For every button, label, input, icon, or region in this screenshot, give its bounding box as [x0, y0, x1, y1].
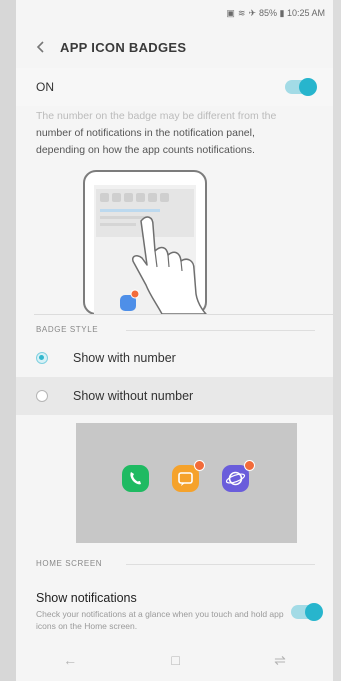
master-toggle[interactable]: [285, 78, 317, 96]
description-line-3: depending on how the app counts notifica…: [36, 144, 255, 156]
badge-style-header: BADGE STYLE: [16, 315, 333, 339]
badge-style-label: BADGE STYLE: [36, 325, 99, 334]
show-notifications-toggle[interactable]: [291, 603, 323, 621]
show-notifications-title: Show notifications: [36, 591, 137, 605]
option-show-without-number[interactable]: Show without number: [16, 377, 333, 415]
master-toggle-row[interactable]: ON: [16, 68, 333, 106]
option-label: Show with number: [73, 351, 176, 365]
toggle-knob: [305, 603, 323, 621]
description-faded: The number on the badge may be different…: [36, 110, 277, 122]
settings-app: ▣ ≋ ✈ 85% ▮ 10:25 AM APP ICON BADGES ON …: [16, 0, 333, 681]
back-icon[interactable]: ←: [63, 652, 77, 668]
internet-badge: [244, 460, 255, 471]
radio-unselected-icon[interactable]: [36, 390, 48, 402]
radio-selected-icon[interactable]: [36, 352, 48, 364]
home-screen-label: HOME SCREEN: [36, 559, 103, 568]
screen: ▣ ≋ ✈ 85% ▮ 10:25 AM APP ICON BADGES ON …: [0, 0, 341, 681]
phone-app-icon: [122, 465, 149, 492]
description: The number on the badge may be different…: [16, 106, 333, 159]
page-title: APP ICON BADGES: [60, 39, 187, 55]
navigation-bar: ← □ ⇌: [16, 639, 333, 681]
badge-illustration: [16, 159, 333, 315]
option-label: Show without number: [73, 389, 194, 403]
badge-preview: [76, 423, 297, 543]
home-icon[interactable]: □: [171, 652, 179, 668]
toggle-knob: [299, 78, 317, 96]
toggle-label: ON: [36, 80, 54, 94]
message-badge: [194, 460, 205, 471]
status-text: 85% ▮ 10:25 AM: [259, 7, 325, 18]
show-notifications-subtitle: Check your notifications at a glance whe…: [36, 609, 284, 631]
section-rule: [126, 330, 315, 331]
toolbar: APP ICON BADGES: [16, 26, 333, 68]
phone-icon: [130, 472, 141, 485]
option-show-with-number[interactable]: Show with number: [16, 339, 333, 377]
home-screen-header: HOME SCREEN: [16, 543, 333, 573]
recents-icon[interactable]: ⇌: [274, 652, 286, 669]
right-edge: [333, 0, 341, 681]
description-line-2: number of notifications in the notificat…: [36, 127, 255, 139]
left-edge: [0, 0, 16, 681]
status-bar: ▣ ≋ ✈ 85% ▮ 10:25 AM: [16, 0, 333, 26]
section-rule: [126, 564, 315, 565]
phone-hand-illustration: [83, 170, 207, 315]
notification-icon: ▣: [226, 7, 235, 18]
chevron-left-icon: [36, 41, 44, 53]
wifi-icon: ≋: [237, 7, 246, 18]
signal-icon: ✈: [248, 7, 256, 18]
back-button[interactable]: [30, 36, 52, 58]
